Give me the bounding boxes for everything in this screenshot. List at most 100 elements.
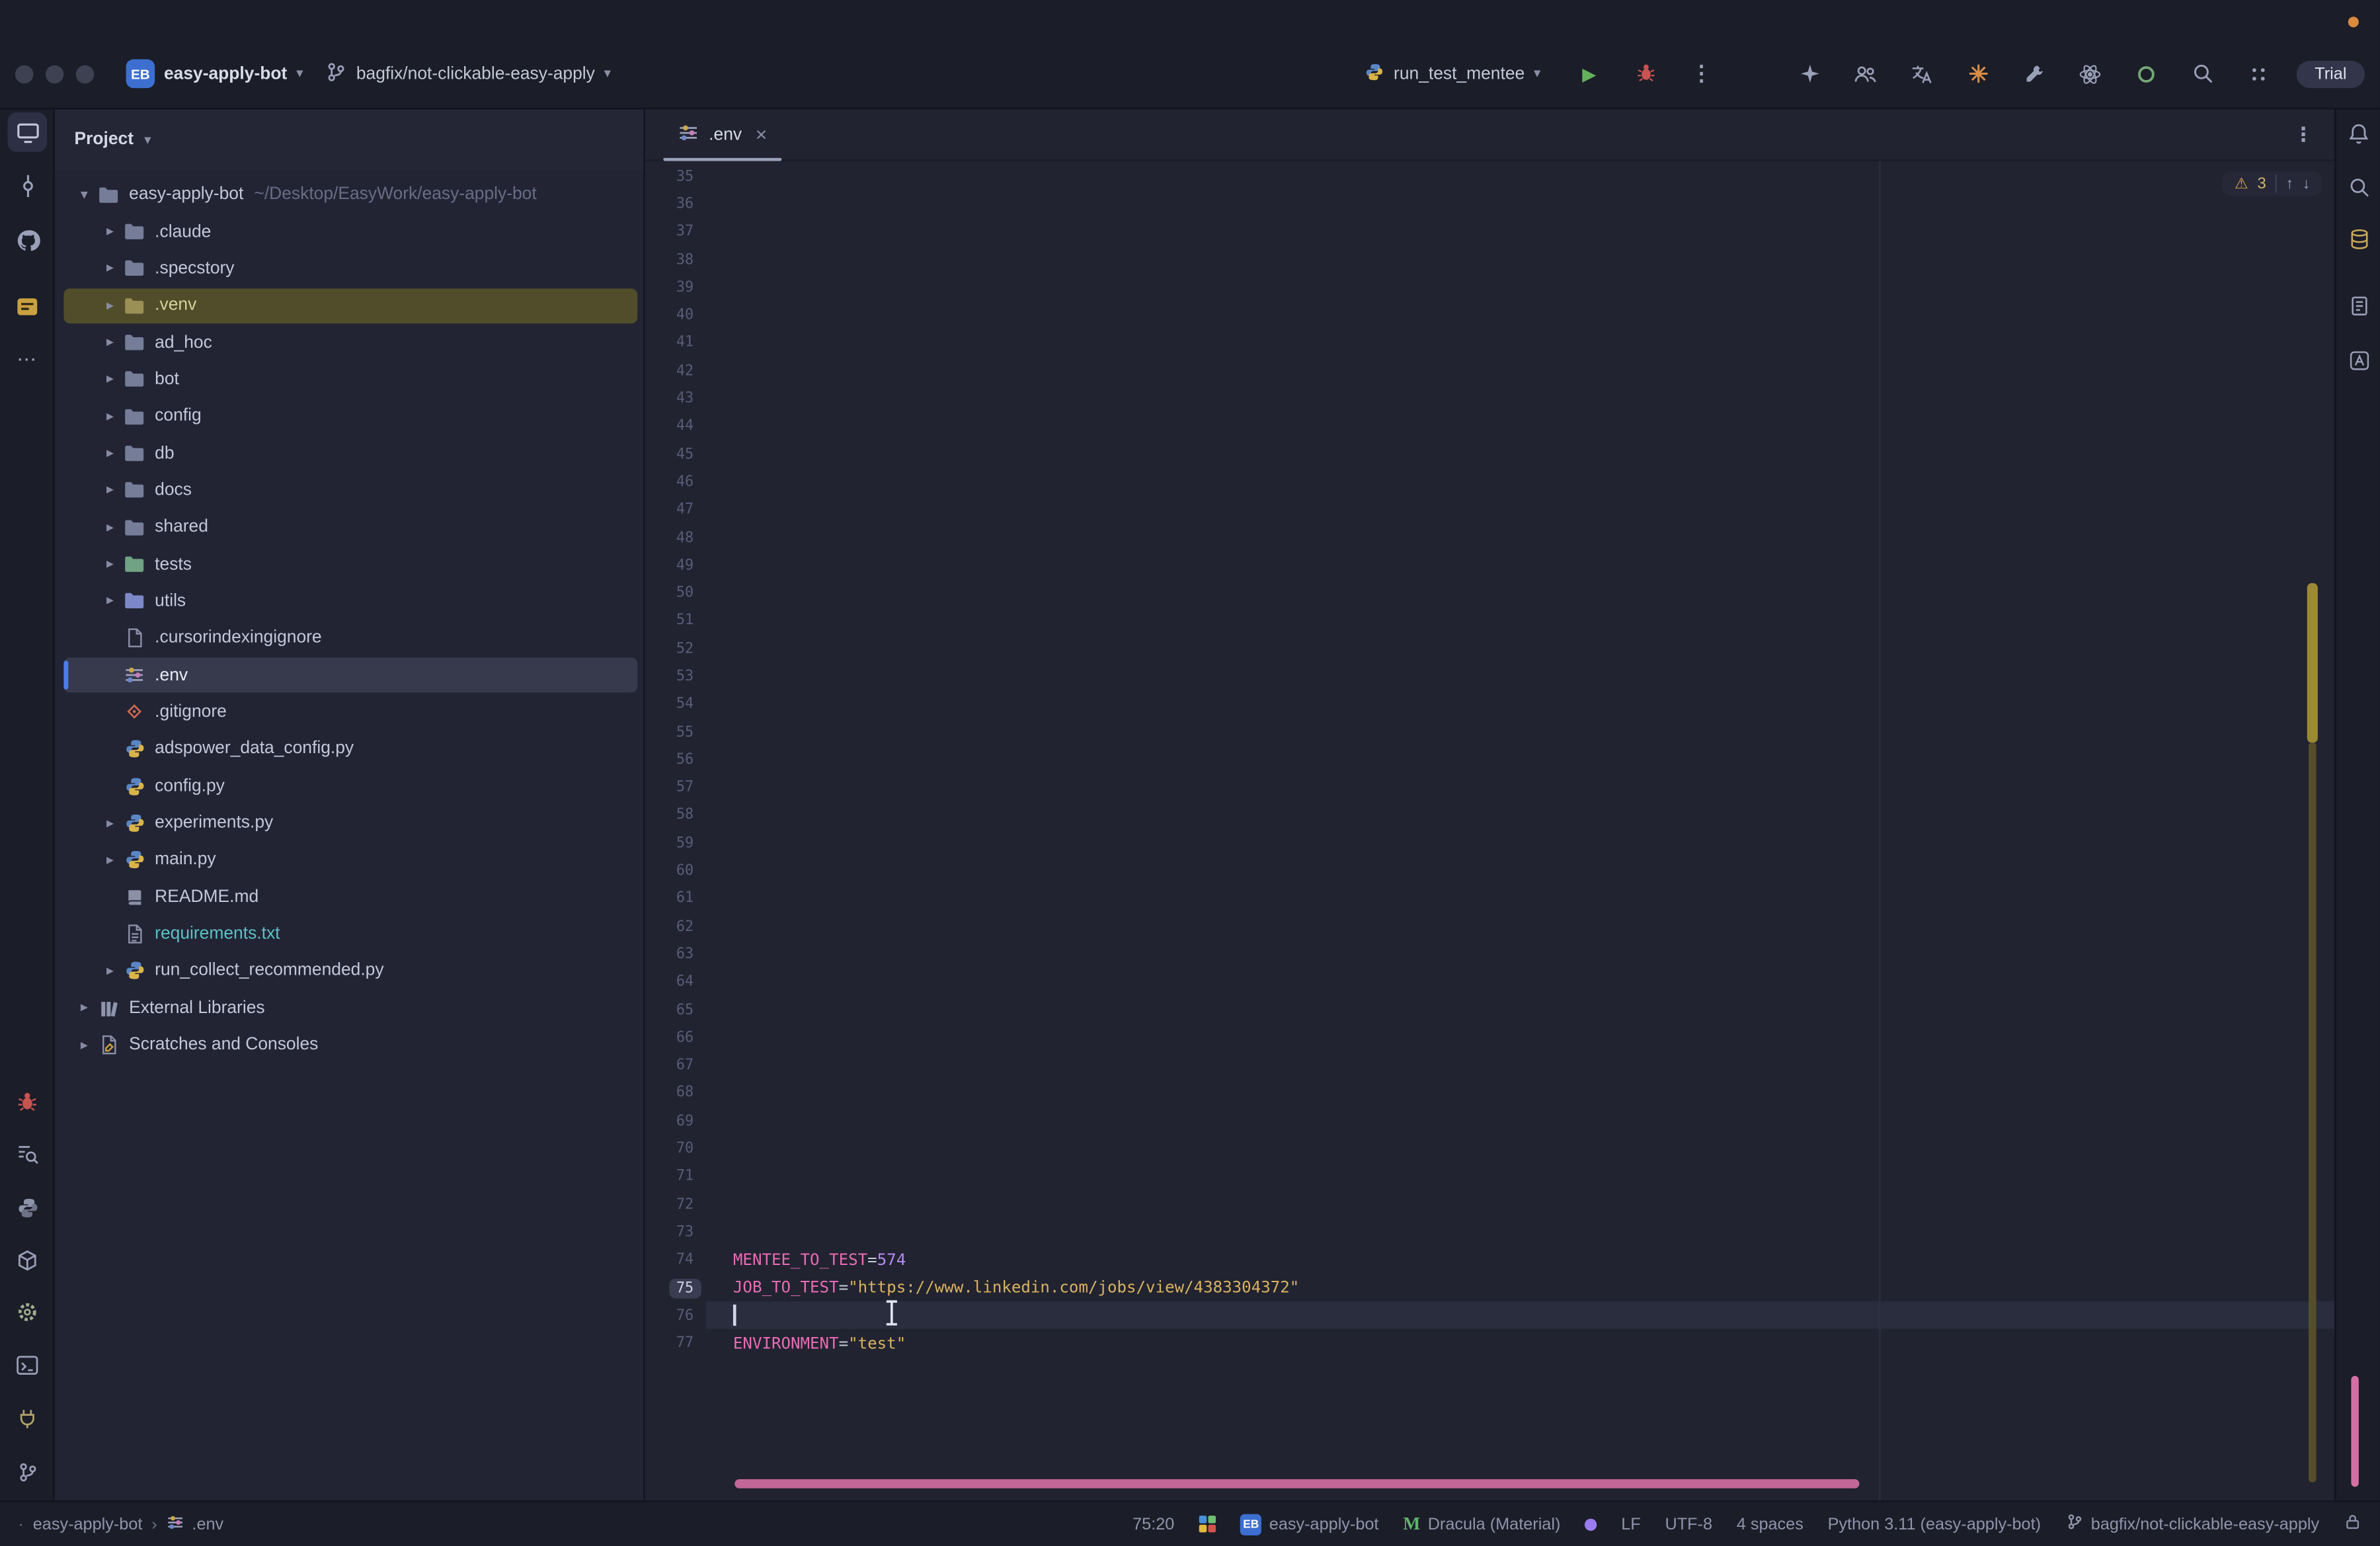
tree-item-bot[interactable]: ▸bot <box>55 361 644 398</box>
chevron-right-icon[interactable]: ▸ <box>99 297 121 313</box>
breadcrumb-project[interactable]: easy-apply-bot <box>33 1515 143 1533</box>
line-content[interactable] <box>706 246 2335 274</box>
tree-item-shared[interactable]: ▸shared <box>55 509 644 546</box>
line-number[interactable]: 76 <box>645 1307 706 1324</box>
editor-line[interactable]: 68 <box>645 1079 2334 1107</box>
debug-button[interactable] <box>1627 56 1663 92</box>
record-button[interactable] <box>2128 56 2164 92</box>
line-content[interactable] <box>706 663 2335 690</box>
chevron-right-icon[interactable]: ▸ <box>99 224 121 240</box>
search-everywhere-button[interactable] <box>2184 56 2221 92</box>
editor-line[interactable]: 52 <box>645 635 2334 663</box>
tree-item-cursorindexingignore[interactable]: .cursorindexingignore <box>55 620 644 657</box>
line-content[interactable]: JOB_TO_TEST="https://www.linkedin.com/jo… <box>706 1274 2335 1302</box>
line-content[interactable] <box>706 635 2335 663</box>
line-number[interactable]: 51 <box>645 612 706 629</box>
editor-line[interactable]: 50 <box>645 579 2334 607</box>
line-content[interactable] <box>706 996 2335 1024</box>
line-number[interactable]: 37 <box>645 224 706 240</box>
line-content[interactable] <box>706 913 2335 940</box>
line-content[interactable] <box>706 940 2335 968</box>
services-tool-button[interactable] <box>7 1241 47 1280</box>
line-content[interactable] <box>706 274 2335 302</box>
inspection-widget[interactable]: ⚠ 3 ↑ ↓ <box>2223 172 2322 196</box>
editor-line[interactable]: 77ENVIRONMENT="test" <box>645 1330 2334 1358</box>
editor-line[interactable]: 39 <box>645 274 2334 302</box>
chevron-down-icon[interactable]: ▾ <box>73 186 95 203</box>
line-number[interactable]: 65 <box>645 1002 706 1018</box>
editor-line[interactable]: 58 <box>645 801 2334 829</box>
translate-button[interactable] <box>1903 56 1940 92</box>
line-number[interactable]: 54 <box>645 696 706 713</box>
tree-item-tests[interactable]: ▸tests <box>55 546 644 583</box>
editor-line[interactable]: 59 <box>645 829 2334 857</box>
science-atom-button[interactable] <box>2072 56 2108 92</box>
plugins-button[interactable] <box>2241 56 2277 92</box>
run-configuration-selector[interactable]: run_test_mentee ▾ <box>1354 56 1551 92</box>
tree-item-main-py[interactable]: ▸main.py <box>55 842 644 879</box>
interpreter-widget[interactable]: Python 3.11 (easy-apply-bot) <box>1828 1515 2041 1533</box>
structure-tool-button[interactable] <box>7 287 47 327</box>
editor-body[interactable]: 3536373839404142434445464748495051525354… <box>645 161 2334 1500</box>
sun-icon[interactable] <box>1960 56 1996 92</box>
line-content[interactable] <box>706 1024 2335 1051</box>
find-panel-button[interactable] <box>2339 167 2379 207</box>
users-button[interactable] <box>1847 56 1884 92</box>
version-control-tool-button[interactable] <box>7 1452 47 1492</box>
line-number[interactable]: 68 <box>645 1085 706 1102</box>
window-grid-icon[interactable] <box>1199 1516 1216 1533</box>
line-content[interactable] <box>706 1302 2335 1330</box>
editor-line[interactable]: 69 <box>645 1108 2334 1135</box>
line-content[interactable] <box>706 302 2335 329</box>
chevron-right-icon[interactable]: ▸ <box>99 963 121 979</box>
tree-item-claude[interactable]: ▸.claude <box>55 213 644 250</box>
line-number[interactable]: 71 <box>645 1168 706 1185</box>
close-button[interactable] <box>15 65 34 83</box>
line-content[interactable] <box>706 551 2335 579</box>
indent-widget[interactable]: 4 spaces <box>1737 1515 1804 1533</box>
editor-line[interactable]: 47 <box>645 496 2334 524</box>
line-number[interactable]: 55 <box>645 724 706 741</box>
editor-line[interactable]: 72 <box>645 1191 2334 1219</box>
tree-item-scratches-and-consoles[interactable]: ▸Scratches and Consoles <box>55 1026 644 1063</box>
editor-line[interactable]: 44 <box>645 413 2334 440</box>
line-number[interactable]: 39 <box>645 279 706 296</box>
editor-line[interactable]: 65 <box>645 996 2334 1024</box>
chevron-right-icon[interactable]: ▸ <box>99 556 121 573</box>
editor-line[interactable]: 42 <box>645 357 2334 385</box>
encoding-widget[interactable]: UTF-8 <box>1665 1515 1712 1533</box>
line-number[interactable]: 48 <box>645 529 706 546</box>
database-panel-button[interactable] <box>2339 219 2379 259</box>
zoom-button[interactable] <box>76 65 95 83</box>
line-number[interactable]: 58 <box>645 807 706 824</box>
line-number[interactable]: 67 <box>645 1057 706 1074</box>
line-content[interactable] <box>706 690 2335 718</box>
editor-line[interactable]: 66 <box>645 1024 2334 1051</box>
tree-item-venv[interactable]: ▸.venv <box>55 287 644 324</box>
line-number[interactable]: 47 <box>645 501 706 518</box>
line-content[interactable] <box>706 1079 2335 1107</box>
line-content[interactable]: ENVIRONMENT="test" <box>706 1330 2335 1358</box>
line-content[interactable] <box>706 746 2335 774</box>
editor-line[interactable]: 38 <box>645 246 2334 274</box>
commit-tool-button[interactable] <box>7 165 47 205</box>
tree-item-db[interactable]: ▸db <box>55 435 644 472</box>
branch-selector[interactable]: bagfix/not-clickable-easy-apply ▾ <box>314 54 622 94</box>
line-content[interactable] <box>706 468 2335 496</box>
status-dot-icon[interactable] <box>1585 1518 1597 1530</box>
line-number[interactable]: 36 <box>645 196 706 212</box>
line-number[interactable]: 74 <box>645 1252 706 1268</box>
line-content[interactable] <box>706 1163 2335 1191</box>
minimize-button[interactable] <box>46 65 64 83</box>
chevron-right-icon[interactable]: ▸ <box>99 815 121 831</box>
editor-line[interactable]: 64 <box>645 968 2334 996</box>
line-number[interactable]: 53 <box>645 669 706 685</box>
tools-button[interactable] <box>2016 56 2052 92</box>
line-ending-widget[interactable]: LF <box>1621 1515 1640 1533</box>
lock-icon[interactable] <box>2344 1513 2362 1535</box>
pink-scroll-marker[interactable] <box>2351 1376 2358 1487</box>
line-content[interactable] <box>706 524 2335 551</box>
editor-line[interactable]: 70 <box>645 1135 2334 1163</box>
line-number[interactable]: 64 <box>645 974 706 991</box>
editor-line[interactable]: 51 <box>645 607 2334 635</box>
